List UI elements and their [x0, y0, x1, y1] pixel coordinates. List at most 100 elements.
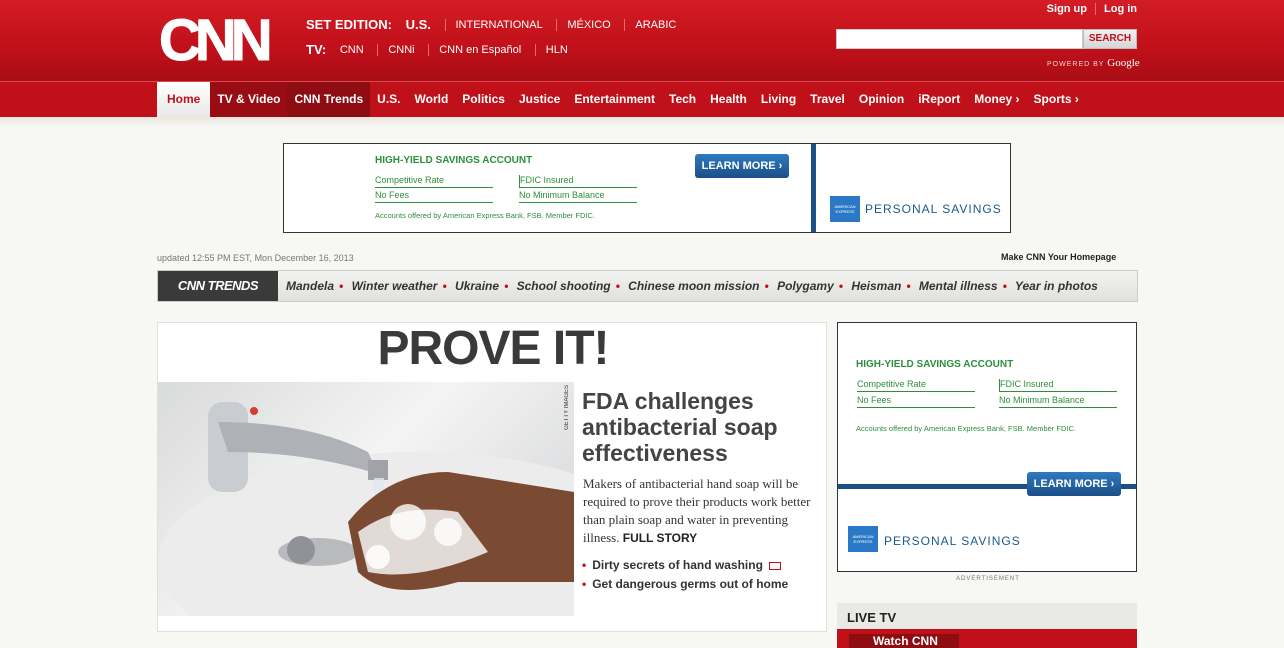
edition-mexico[interactable]: MÉXICO — [556, 18, 620, 31]
tv-label: TV: — [306, 42, 327, 58]
sidebar-ad[interactable]: HIGH-YIELD SAVINGS ACCOUNT Competitive R… — [837, 322, 1137, 572]
tv-cnn-espanol[interactable]: CNN en Español — [428, 43, 531, 56]
nav-item-sports[interactable]: Sports › — [1027, 82, 1086, 117]
nav-item-travel[interactable]: Travel — [803, 82, 852, 117]
search-box: SEARCH — [836, 29, 1138, 49]
top-banner-ad[interactable]: HIGH-YIELD SAVINGS ACCOUNT Competitive R… — [283, 143, 1011, 233]
edition-international[interactable]: INTERNATIONAL — [444, 18, 553, 31]
trend-item[interactable]: Ukraine — [455, 279, 499, 293]
tv-hln[interactable]: HLN — [534, 43, 578, 56]
advertisement-label: ADVERTISEMENT — [956, 576, 1020, 582]
related-link-text[interactable]: Get dangerous germs out of home — [592, 577, 788, 591]
nav-item-world[interactable]: World — [408, 82, 456, 117]
tv-cnn[interactable]: CNN — [340, 44, 374, 56]
trend-separator: • — [906, 279, 911, 293]
ad-disclaimer: Accounts offered by American Express Ban… — [856, 424, 1076, 433]
story-kicker[interactable]: PROVE IT! — [158, 323, 828, 375]
google-logo: Google — [1107, 57, 1140, 69]
nav-item-entertainment[interactable]: Entertainment — [567, 82, 662, 117]
ad-title: HIGH-YIELD SAVINGS ACCOUNT — [375, 155, 533, 166]
nav-item-money[interactable]: Money › — [967, 82, 1026, 117]
edition-selector: SET EDITION: U.S. INTERNATIONAL MÉXICO A… — [306, 16, 686, 57]
nav-item-politics[interactable]: Politics — [455, 82, 512, 117]
header-bar: CNN SET EDITION: U.S. INTERNATIONAL MÉXI… — [0, 0, 1284, 81]
trend-item[interactable]: Mandela — [286, 279, 334, 293]
trend-item[interactable]: Year in photos — [1015, 279, 1098, 293]
trend-separator: • — [764, 279, 769, 293]
auth-links: Sign up Log in — [1039, 3, 1137, 15]
trend-separator: • — [1002, 279, 1007, 293]
live-tv-title: LIVE TV — [847, 610, 897, 625]
trend-separator: • — [339, 279, 344, 293]
related-links: Dirty secrets of hand washing Get danger… — [582, 556, 788, 594]
related-link-text[interactable]: Dirty secrets of hand washing — [592, 558, 763, 572]
story-photo[interactable] — [158, 382, 574, 616]
related-link-hand-washing[interactable]: Dirty secrets of hand washing — [582, 556, 788, 575]
amex-logo-icon: AMERICAN EXPRESS — [848, 526, 878, 552]
trend-separator: • — [504, 279, 509, 293]
watch-cnn-button[interactable]: Watch CNN — [849, 634, 959, 648]
make-homepage-link[interactable]: Make CNN Your Homepage — [1001, 252, 1116, 262]
signup-link[interactable]: Sign up — [1039, 3, 1095, 15]
edition-arabic[interactable]: ARABIC — [624, 18, 686, 31]
ad-field-rate: Competitive Rate — [857, 379, 975, 392]
nav-item-us[interactable]: U.S. — [370, 82, 407, 117]
story-headline[interactable]: FDA challenges antibacterial soap effect… — [582, 388, 812, 466]
ad-field-minimum: No Minimum Balance — [999, 395, 1117, 408]
nav-subbar — [0, 117, 1284, 127]
video-icon — [768, 561, 781, 570]
tv-cnni[interactable]: CNNi — [377, 43, 424, 56]
nav-item-health[interactable]: Health — [703, 82, 754, 117]
nav-item-home[interactable]: Home — [157, 82, 211, 117]
ad-divider — [811, 144, 816, 232]
ad-field-fdic: FDIC Insured — [519, 175, 637, 188]
trend-item[interactable]: Chinese moon mission — [628, 279, 759, 293]
cnn-logo[interactable]: CNN — [157, 10, 277, 68]
edition-label: SET EDITION: — [306, 17, 392, 33]
nav-item-ireport[interactable]: iReport — [911, 82, 967, 117]
edition-us[interactable]: U.S. — [406, 17, 441, 32]
photo-credit: GETTY IMAGES — [564, 385, 570, 430]
svg-text:CNN: CNN — [159, 10, 269, 68]
nav-item-justice[interactable]: Justice — [512, 82, 567, 117]
ad-learn-more-button[interactable]: LEARN MORE › — [695, 154, 789, 178]
ad-field-minimum: No Minimum Balance — [519, 190, 637, 203]
related-link-germs[interactable]: Get dangerous germs out of home — [582, 575, 788, 594]
nav-item-opinion[interactable]: Opinion — [852, 82, 911, 117]
live-tv-widget: LIVE TV Watch CNN — [837, 603, 1137, 648]
trend-separator: • — [615, 279, 620, 293]
updated-timestamp: updated 12:55 PM EST, Mon December 16, 2… — [157, 253, 354, 263]
trend-item[interactable]: Mental illness — [919, 279, 998, 293]
ad-field-fees: No Fees — [857, 395, 975, 408]
powered-by-label: POWERED BY — [1047, 61, 1105, 68]
trend-item[interactable]: School shooting — [517, 279, 611, 293]
ad-field-fees: No Fees — [375, 190, 493, 203]
powered-by-google: POWERED BY Google — [1047, 57, 1140, 69]
nav-item-tech[interactable]: Tech — [662, 82, 703, 117]
trend-item[interactable]: Heisman — [851, 279, 901, 293]
ad-field-rate: Competitive Rate — [375, 175, 493, 188]
ad-brand: PERSONAL SAVINGS — [884, 534, 1021, 548]
story-body: Makers of antibacterial hand soap will b… — [583, 475, 813, 547]
main-nav: Home TV & Video CNN Trends U.S. World Po… — [0, 81, 1284, 117]
trend-item[interactable]: Polygamy — [777, 279, 834, 293]
full-story-link[interactable]: FULL STORY — [623, 531, 697, 545]
ad-field-fdic: FDIC Insured — [999, 379, 1117, 392]
nav-item-cnn-trends[interactable]: CNN Trends — [287, 82, 371, 117]
nav-item-living[interactable]: Living — [754, 82, 803, 117]
trend-item[interactable]: Winter weather — [352, 279, 438, 293]
login-link[interactable]: Log in — [1095, 3, 1137, 15]
trend-separator: • — [442, 279, 447, 293]
search-input[interactable] — [836, 29, 1083, 49]
search-button[interactable]: SEARCH — [1083, 29, 1137, 49]
ad-brand: PERSONAL SAVINGS — [865, 202, 1002, 216]
trends-bar: CNN TRENDS Mandela • Winter weather • Ukra… — [157, 270, 1138, 302]
ad-learn-more-button[interactable]: LEARN MORE › — [1027, 472, 1121, 496]
trend-separator: • — [838, 279, 843, 293]
nav-item-tv-video[interactable]: TV & Video — [210, 82, 288, 117]
ad-title: HIGH-YIELD SAVINGS ACCOUNT — [856, 359, 1014, 370]
trends-list: Mandela • Winter weather • Ukraine • School… — [286, 271, 1098, 301]
amex-logo-icon: AMERICAN EXPRESS — [830, 196, 860, 222]
trends-label: CNN TRENDS — [158, 271, 278, 301]
ad-disclaimer: Accounts offered by American Express Ban… — [375, 211, 595, 220]
